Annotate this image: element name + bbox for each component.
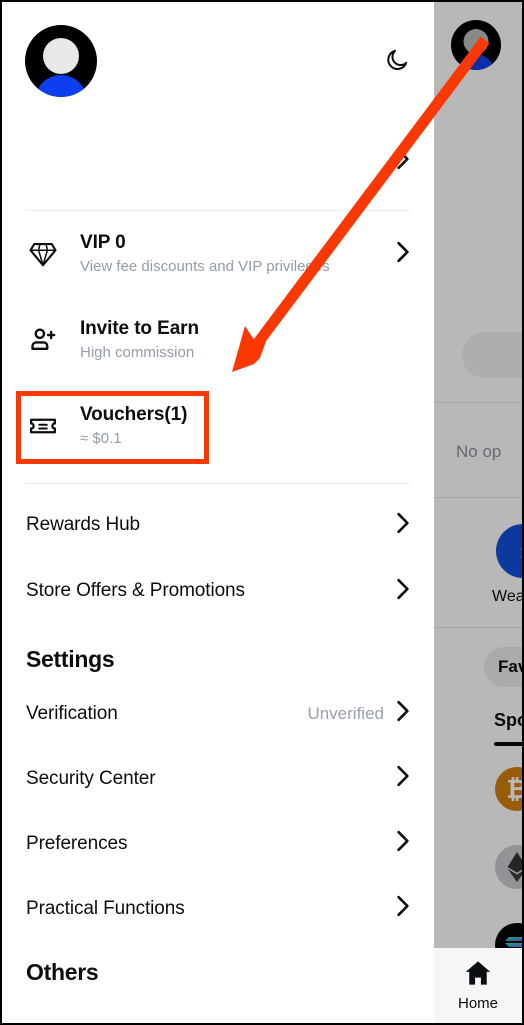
- nav-row-label: Store Offers & Promotions: [26, 580, 245, 601]
- chevron-right-icon: [396, 700, 410, 727]
- chevron-right-icon: [396, 512, 410, 539]
- drawer-entry-vip[interactable]: VIP 0 View fee discounts and VIP privile…: [2, 211, 434, 297]
- drawer-header: [2, 2, 434, 102]
- screenshot-root: VIP 0 View fee discounts and VIP privile…: [0, 0, 524, 1025]
- drawer-entry-title: Vouchers(1): [80, 404, 188, 425]
- no-open-orders-text: No op: [456, 442, 502, 461]
- nav-row-label: Verification: [26, 702, 118, 724]
- section-title-others: Others: [26, 959, 99, 985]
- wealth-arrow-icon[interactable]: ›: [496, 524, 522, 578]
- chevron-right-icon: [396, 578, 410, 605]
- ethereum-icon[interactable]: [495, 845, 522, 889]
- promo-row[interactable]: [2, 102, 434, 210]
- drawer-entry-subtitle: View fee discounts and VIP privileges: [80, 258, 330, 275]
- verification-status: Unverified: [307, 703, 384, 723]
- drawer-entry-invite[interactable]: Invite to Earn High commission: [2, 297, 434, 383]
- bitcoin-glyph: ₿: [506, 774, 522, 804]
- moon-icon[interactable]: [383, 46, 411, 74]
- tab-spot[interactable]: Spot: [494, 710, 522, 731]
- drawer-entry-vouchers[interactable]: Vouchers(1) ≈ $0.1: [2, 383, 434, 469]
- divider: [434, 402, 522, 403]
- drawer-entry-title: VIP 0: [80, 232, 126, 253]
- nav-row-label: Practical Functions: [26, 897, 185, 919]
- chevron-right-icon: [396, 241, 410, 268]
- drawer-entry-text: Invite to Earn High commission: [80, 316, 410, 364]
- diamond-icon: [26, 237, 60, 271]
- add-user-icon: [26, 323, 60, 357]
- nav-row-preferences[interactable]: Preferences: [2, 811, 434, 876]
- avatar-body: [35, 75, 87, 97]
- chevron-right-icon: [396, 765, 410, 792]
- drawer-entry-subtitle: High commission: [80, 344, 195, 361]
- nav-row-rewards-hub[interactable]: Rewards Hub: [2, 492, 434, 558]
- nav-row-verification[interactable]: Verification Unverified: [2, 681, 434, 746]
- drawer-entry-text: Vouchers(1) ≈ $0.1: [80, 402, 410, 450]
- ethereum-glyph: [507, 852, 522, 882]
- nav-row-label: Preferences: [26, 832, 128, 854]
- avatar-head: [43, 38, 79, 74]
- account-drawer: VIP 0 View fee discounts and VIP privile…: [2, 2, 434, 1023]
- divider: [434, 497, 522, 498]
- chevron-right-icon: [396, 148, 410, 175]
- background-page: No op › Wea Favor Spot ₿: [434, 2, 522, 1023]
- avatar-body: [458, 54, 494, 70]
- nav-row-store-offers[interactable]: Store Offers & Promotions: [2, 558, 434, 624]
- chevron-right-icon: [396, 830, 410, 857]
- avatar[interactable]: [25, 25, 97, 97]
- bitcoin-icon[interactable]: ₿: [495, 767, 522, 811]
- avatar[interactable]: [451, 20, 501, 70]
- wealth-label: Wea: [492, 588, 522, 605]
- background-placeholder-pill: [462, 332, 522, 378]
- avatar-head: [463, 29, 489, 54]
- divider: [434, 627, 522, 628]
- drawer-entry-subtitle: ≈ $0.1: [80, 430, 122, 447]
- bottom-nav-label: Home: [457, 994, 498, 1012]
- divider: [26, 483, 410, 484]
- nav-row-label: Security Center: [26, 767, 156, 789]
- section-title-settings: Settings: [26, 646, 115, 672]
- nav-row-label: Rewards Hub: [26, 514, 141, 535]
- bottom-nav-home[interactable]: Home: [434, 948, 522, 1023]
- nav-row-practical-functions[interactable]: Practical Functions: [2, 876, 434, 941]
- drawer-entry-text: VIP 0 View fee discounts and VIP privile…: [80, 230, 388, 278]
- voucher-ticket-icon: [26, 409, 60, 443]
- tab-active-indicator: [494, 742, 522, 746]
- nav-row-security-center[interactable]: Security Center: [2, 746, 434, 811]
- favorites-tab[interactable]: Favor: [484, 647, 522, 687]
- drawer-entry-title: Invite to Earn: [80, 318, 199, 339]
- home-icon: [464, 960, 492, 991]
- chevron-right-icon: [396, 895, 410, 922]
